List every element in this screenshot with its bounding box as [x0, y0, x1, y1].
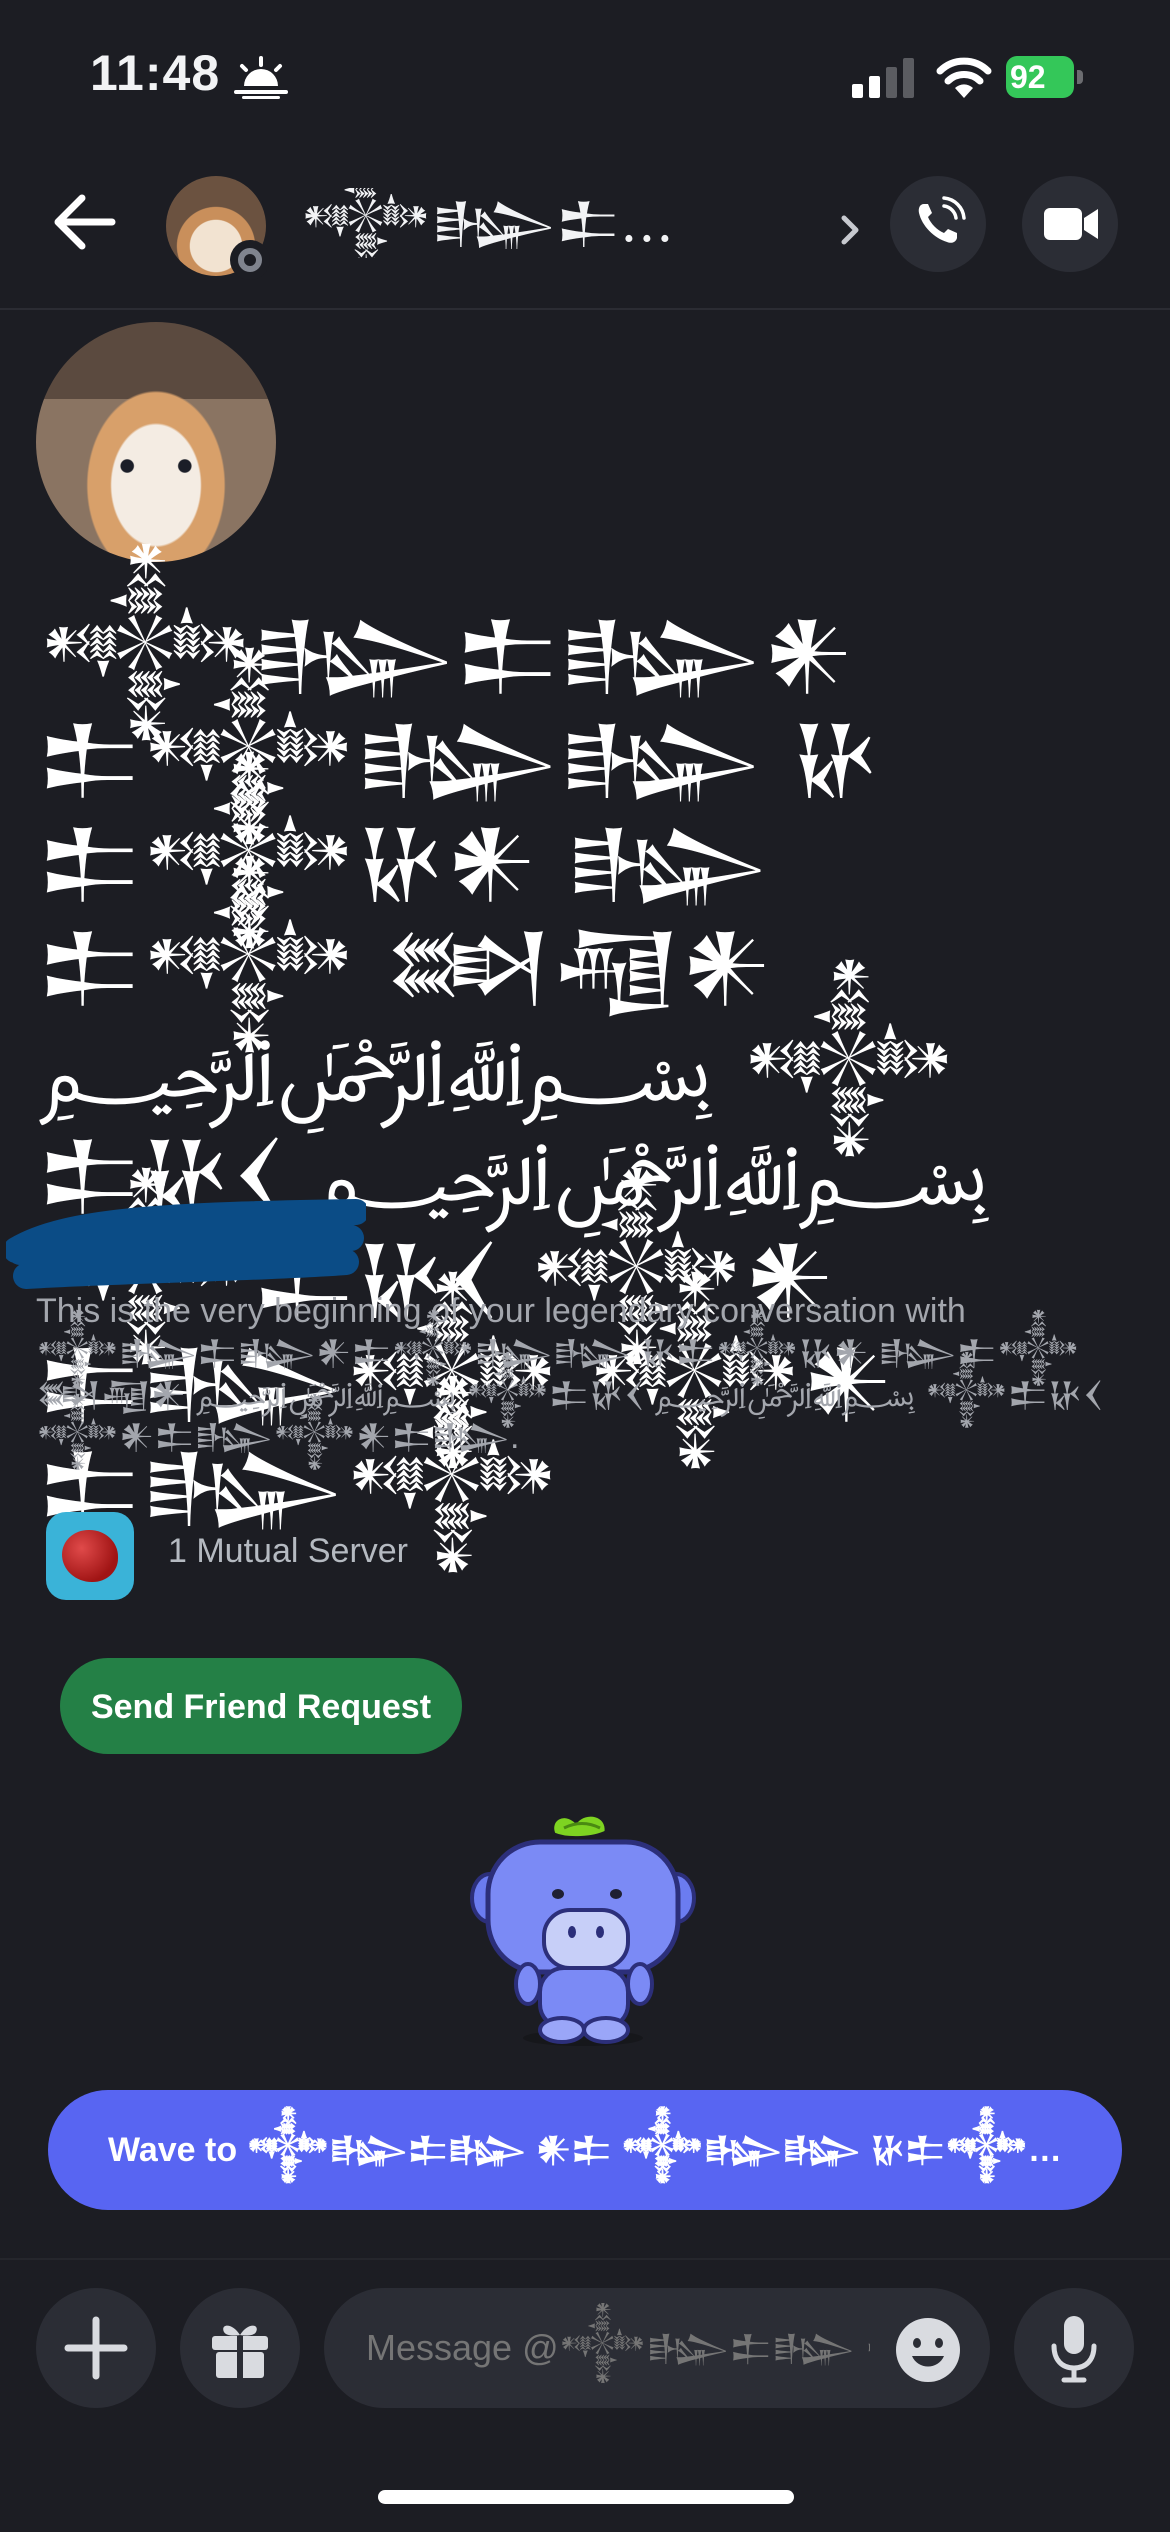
- emoji-smile-icon[interactable]: [894, 2316, 962, 2384]
- battery-icon: 92: [1006, 56, 1086, 98]
- home-indicator[interactable]: [378, 2490, 794, 2504]
- gift-icon: [212, 2325, 268, 2378]
- back-arrow-icon[interactable]: [50, 192, 120, 252]
- wifi-icon: [936, 54, 992, 100]
- header-title[interactable]: 𒀱𒈗𒉺𒈗𒀭𒉺 ...: [300, 188, 740, 258]
- chevron-right-icon[interactable]: [836, 210, 864, 250]
- plus-icon: [64, 2316, 128, 2380]
- microphone-icon: [1051, 2316, 1097, 2383]
- mutual-server-icon[interactable]: [46, 1512, 134, 1600]
- battery-level: 92: [1006, 56, 1074, 98]
- header-divider: [0, 308, 1170, 310]
- voice-message-button[interactable]: [1014, 2288, 1134, 2408]
- mutual-servers-label[interactable]: 1 Mutual Server: [168, 1532, 408, 1571]
- voice-call-button[interactable]: [890, 176, 986, 272]
- wave-button[interactable]: Wave to 𒀱𒈗𒉺𒈗 𒀭𒉺 𒀱𒈗𒈗 𒄩𒉺𒀱𒄩𒀭 𒈗𒉺𒀱...: [48, 2090, 1122, 2210]
- cellular-signal-icon: [852, 58, 916, 98]
- profile-avatar[interactable]: [36, 322, 276, 562]
- message-input[interactable]: [324, 2288, 990, 2408]
- send-friend-request-button[interactable]: Send Friend Request: [60, 1658, 462, 1754]
- status-time: 11:48: [90, 45, 221, 101]
- redaction-scribble: [6, 1199, 366, 1289]
- conversation-intro-text: This is the very beginning of your legen…: [36, 1292, 1104, 1456]
- phone-icon: [918, 196, 966, 243]
- wumpus-mascot-illustration: [470, 1813, 696, 2046]
- add-attachment-button[interactable]: [36, 2288, 156, 2408]
- video-call-button[interactable]: [1022, 176, 1118, 272]
- sun-icon: [232, 56, 290, 100]
- gift-button[interactable]: [180, 2288, 300, 2408]
- video-camera-icon: [1044, 208, 1098, 240]
- composer-divider: [0, 2258, 1170, 2260]
- offline-status-icon: [230, 240, 270, 280]
